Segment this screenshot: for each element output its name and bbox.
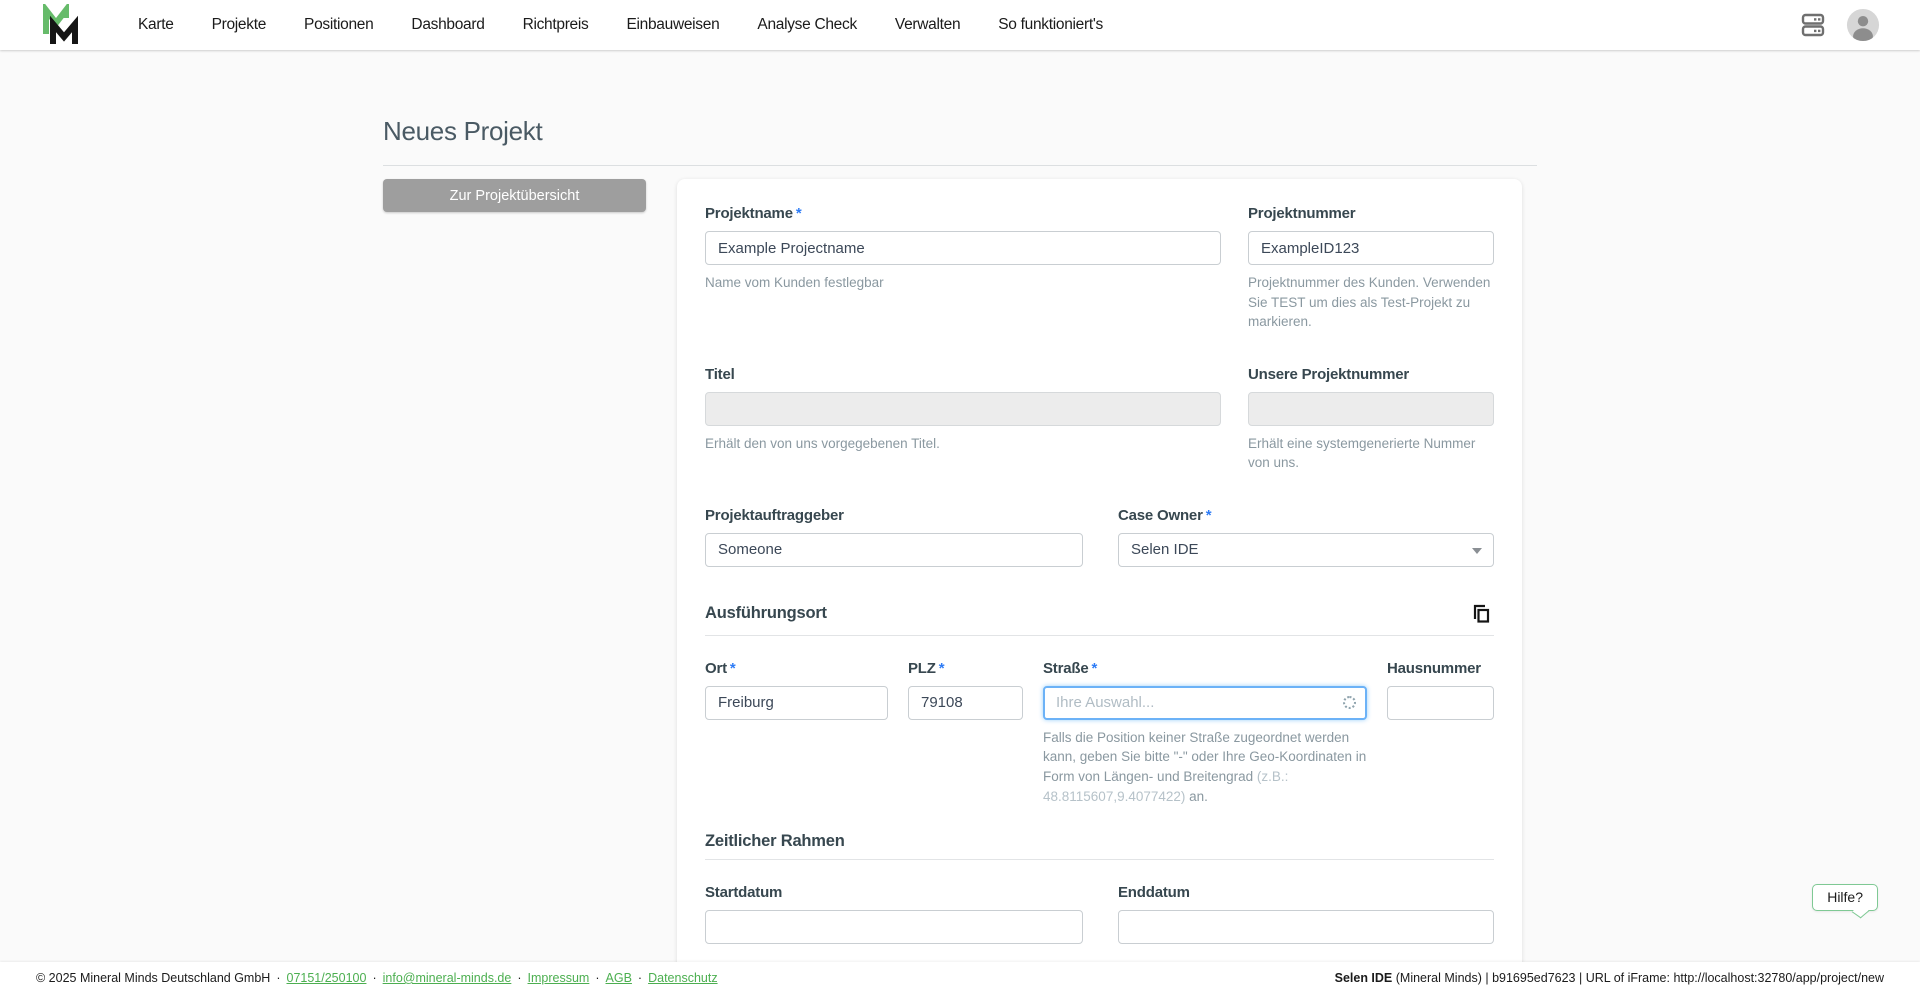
footer: © 2025 Mineral Minds Deutschland GmbH · … [0, 962, 1920, 994]
required-asterisk: * [939, 660, 945, 677]
footer-phone-link[interactable]: 07151/250100 [287, 971, 367, 985]
projektname-label: Projektname* [705, 205, 1221, 222]
projektname-input[interactable] [705, 231, 1221, 265]
projektauftraggeber-label: Projektauftraggeber [705, 507, 1083, 524]
footer-copyright: © 2025 Mineral Minds Deutschland GmbH [36, 971, 270, 985]
section-divider [705, 859, 1494, 860]
server-icon[interactable] [1796, 8, 1830, 42]
projektnummer-hint: Projektnummer des Kunden. Verwenden Sie … [1248, 273, 1494, 332]
field-case-owner: Case Owner* Selen IDE [1118, 507, 1494, 567]
strasse-hint: Falls die Position keiner Straße zugeord… [1043, 728, 1367, 806]
hausnummer-input[interactable] [1387, 686, 1494, 720]
plz-label: PLZ* [908, 660, 1023, 677]
nav-item-projekte[interactable]: Projekte [212, 16, 266, 34]
projektnummer-label: Projektnummer [1248, 205, 1494, 222]
unsere-projektnummer-input [1248, 392, 1494, 426]
required-asterisk: * [730, 660, 736, 677]
unsere-projektnummer-label: Unsere Projektnummer [1248, 366, 1494, 383]
nav-item-so-funktionierts[interactable]: So funktioniert's [998, 16, 1103, 34]
enddatum-input[interactable] [1118, 910, 1494, 944]
left-column: Zur Projektübersicht [383, 179, 677, 212]
project-form-card: Projektname* Name vom Kunden festlegbar … [677, 179, 1522, 962]
projektnummer-input[interactable] [1248, 231, 1494, 265]
projektauftraggeber-input[interactable] [705, 533, 1083, 567]
field-strasse: Straße* Falls die Position keiner Straße… [1043, 660, 1367, 806]
section-title-zeitlicher-rahmen: Zeitlicher Rahmen [705, 832, 845, 851]
nav-item-einbauweisen[interactable]: Einbauweisen [626, 16, 719, 34]
field-plz: PLZ* [908, 660, 1023, 806]
unsere-projektnummer-hint: Erhält eine systemgenerierte Nummer von … [1248, 434, 1494, 473]
titel-hint: Erhält den von uns vorgegebenen Titel. [705, 434, 1221, 454]
strasse-label: Straße* [1043, 660, 1367, 677]
footer-datenschutz-link[interactable]: Datenschutz [648, 971, 717, 985]
required-asterisk: * [1092, 660, 1098, 677]
nav-item-richtpreis[interactable]: Richtpreis [523, 16, 589, 34]
ort-label: Ort* [705, 660, 888, 677]
footer-left: © 2025 Mineral Minds Deutschland GmbH · … [36, 971, 718, 985]
field-projektname: Projektname* Name vom Kunden festlegbar [705, 205, 1221, 332]
field-unsere-projektnummer: Unsere Projektnummer Erhält eine systemg… [1248, 366, 1494, 473]
case-owner-selected-value: Selen IDE [1131, 541, 1199, 558]
field-hausnummer: Hausnummer [1387, 660, 1494, 806]
nav-item-karte[interactable]: Karte [138, 16, 174, 34]
projektname-hint: Name vom Kunden festlegbar [705, 273, 1221, 293]
nav-right-icons [1796, 8, 1880, 42]
startdatum-label: Startdatum [705, 884, 1083, 901]
nav-item-dashboard[interactable]: Dashboard [411, 16, 484, 34]
enddatum-label: Enddatum [1118, 884, 1494, 901]
field-projektnummer: Projektnummer Projektnummer des Kunden. … [1248, 205, 1494, 332]
case-owner-label: Case Owner* [1118, 507, 1494, 524]
titel-label: Titel [705, 366, 1221, 383]
field-enddatum: Enddatum [1118, 884, 1494, 944]
footer-session-info: Selen IDE (Mineral Minds) | b91695ed7623… [1335, 971, 1884, 985]
required-asterisk: * [1206, 507, 1212, 524]
back-to-project-overview-button[interactable]: Zur Projektübersicht [383, 179, 646, 212]
case-owner-select[interactable]: Selen IDE [1118, 533, 1494, 567]
plz-input[interactable] [908, 686, 1023, 720]
titel-input [705, 392, 1221, 426]
required-asterisk: * [796, 205, 802, 222]
user-avatar-icon[interactable] [1846, 8, 1880, 42]
field-titel: Titel Erhält den von uns vorgegebenen Ti… [705, 366, 1221, 473]
help-button[interactable]: Hilfe? [1812, 884, 1878, 911]
footer-email-link[interactable]: info@mineral-minds.de [383, 971, 512, 985]
help-button-label: Hilfe? [1827, 889, 1863, 905]
footer-agb-link[interactable]: AGB [606, 971, 632, 985]
main-menu: Karte Projekte Positionen Dashboard Rich… [138, 16, 1103, 34]
top-nav: Karte Projekte Positionen Dashboard Rich… [0, 0, 1920, 50]
nav-item-verwalten[interactable]: Verwalten [895, 16, 960, 34]
field-startdatum: Startdatum [705, 884, 1083, 944]
ort-input[interactable] [705, 686, 888, 720]
field-ort: Ort* [705, 660, 888, 806]
nav-item-positionen[interactable]: Positionen [304, 16, 373, 34]
footer-user-name: Selen IDE [1335, 971, 1393, 985]
main-area: Neues Projekt Zur Projektübersicht Proje… [0, 50, 1920, 962]
footer-impressum-link[interactable]: Impressum [528, 971, 590, 985]
title-divider [383, 165, 1537, 166]
hausnummer-label: Hausnummer [1387, 660, 1494, 677]
page-title: Neues Projekt [383, 116, 1537, 147]
section-divider [705, 635, 1494, 636]
loading-spinner-icon [1343, 696, 1356, 709]
mineral-minds-logo-icon[interactable] [40, 4, 84, 46]
section-title-ausfuehrungsort: Ausführungsort [705, 604, 827, 623]
chevron-down-icon [1472, 548, 1482, 554]
startdatum-input[interactable] [705, 910, 1083, 944]
copy-icon[interactable] [1468, 601, 1494, 627]
field-projektauftraggeber: Projektauftraggeber [705, 507, 1083, 567]
strasse-input[interactable] [1043, 686, 1367, 720]
nav-item-analyse-check[interactable]: Analyse Check [757, 16, 856, 34]
